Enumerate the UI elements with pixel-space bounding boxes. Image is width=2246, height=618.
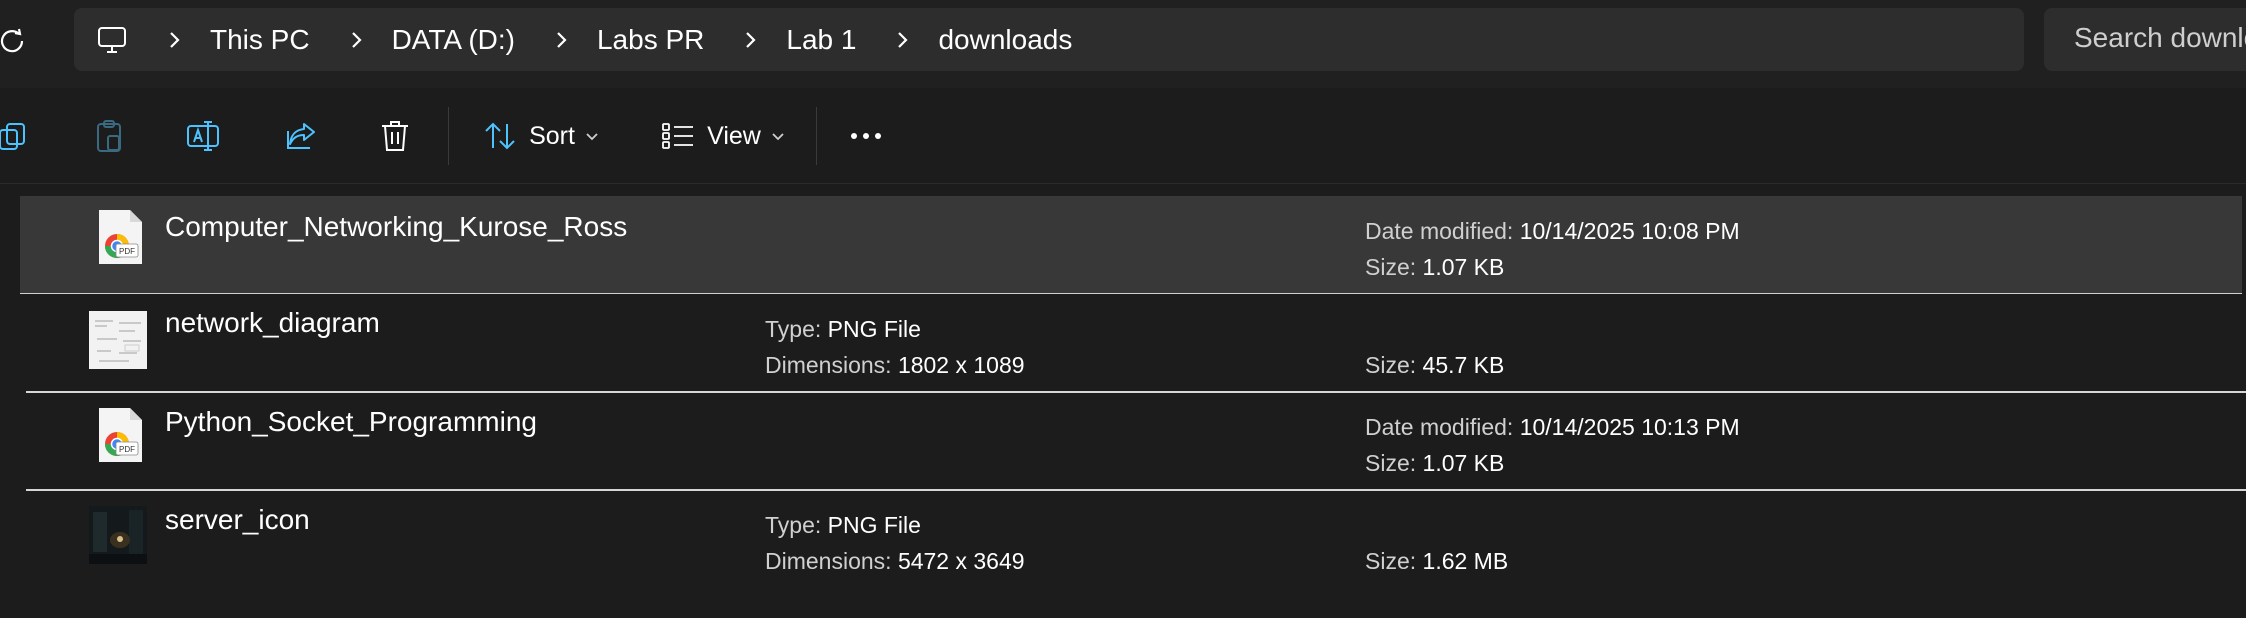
view-button[interactable]: View: [652, 111, 794, 161]
file-date-modified: Date modified: 10/14/2025 10:13 PM: [1365, 414, 1740, 441]
monitor-icon: [98, 27, 126, 53]
chevron-right-icon[interactable]: [551, 30, 571, 50]
toolbar-separator: [816, 107, 817, 165]
file-row[interactable]: PDF Python_Socket_Programming Date modif…: [24, 394, 2246, 490]
meta-label: Date modified:: [1365, 218, 1514, 244]
meta-value: 10/14/2025 10:13 PM: [1519, 414, 1740, 440]
address-bar[interactable]: This PC DATA (D:) Labs PR Lab 1 download…: [74, 8, 2024, 71]
breadcrumb: This PC DATA (D:) Labs PR Lab 1 download…: [164, 8, 1108, 71]
rename-button[interactable]: [178, 111, 228, 161]
meta-value: 1.62 MB: [1422, 548, 1509, 574]
image-thumbnail: [89, 506, 147, 564]
file-row[interactable]: server_icon Type: PNG File Dimensions: 5…: [24, 492, 2246, 588]
trash-icon: [382, 121, 408, 151]
more-icon: [851, 133, 881, 139]
meta-value: PNG File: [827, 316, 921, 342]
chevron-right-icon[interactable]: [164, 30, 184, 50]
meta-value: 1.07 KB: [1422, 254, 1505, 280]
search-box[interactable]: Search downloads: [2044, 8, 2246, 71]
meta-value: 10/14/2025 10:08 PM: [1519, 218, 1740, 244]
refresh-icon: [0, 28, 24, 53]
file-dimensions: Dimensions: 1802 x 1089: [765, 352, 1025, 379]
sort-button[interactable]: Sort: [476, 111, 606, 161]
file-name: network_diagram: [165, 307, 380, 338]
meta-label: Size:: [1365, 450, 1417, 476]
share-icon: [287, 123, 315, 149]
file-name: Python_Socket_Programming: [165, 406, 537, 437]
meta-value: PNG File: [827, 512, 921, 538]
meta-value: 1.07 KB: [1422, 450, 1505, 476]
file-size: Size: 1.07 KB: [1365, 254, 1504, 281]
file-name: Computer_Networking_Kurose_Ross: [165, 211, 628, 242]
meta-label: Type:: [765, 316, 822, 342]
pdf-icon: PDF: [99, 210, 142, 264]
share-button[interactable]: [276, 111, 326, 161]
file-type: Type: PNG File: [765, 316, 921, 343]
copy-button[interactable]: [0, 111, 34, 161]
file-row[interactable]: network_diagram Type: PNG File Dimension…: [24, 296, 2246, 392]
search-placeholder: Search downloads: [2074, 22, 2246, 53]
breadcrumb-this-pc[interactable]: This PC: [210, 24, 310, 56]
paste-button[interactable]: [84, 111, 134, 161]
file-size: Size: 45.7 KB: [1365, 352, 1504, 379]
meta-label: Date modified:: [1365, 414, 1514, 440]
view-list-icon: [662, 123, 694, 149]
command-bar: Sort View: [0, 89, 2246, 184]
svg-text:PDF: PDF: [119, 247, 135, 256]
breadcrumb-downloads[interactable]: downloads: [938, 24, 1072, 56]
file-row[interactable]: PDF Computer_Networking_Kurose_Ross Date…: [20, 196, 2242, 294]
meta-label: Size:: [1365, 548, 1417, 574]
meta-label: Dimensions:: [765, 548, 892, 574]
meta-value: 5472 x 3649: [897, 548, 1025, 574]
meta-value: 45.7 KB: [1422, 352, 1505, 378]
delete-button[interactable]: [370, 111, 420, 161]
toolbar-separator: [448, 107, 449, 165]
sort-icon: [485, 122, 515, 150]
file-size: Size: 1.62 MB: [1365, 548, 1508, 575]
breadcrumb-lab-1[interactable]: Lab 1: [786, 24, 856, 56]
breadcrumb-labs-pr[interactable]: Labs PR: [597, 24, 704, 56]
file-size: Size: 1.07 KB: [1365, 450, 1504, 477]
row-divider: [26, 489, 2246, 491]
chevron-right-icon[interactable]: [346, 30, 366, 50]
file-date-modified: Date modified: 10/14/2025 10:08 PM: [1365, 218, 1740, 245]
meta-label: Dimensions:: [765, 352, 892, 378]
chevron-right-icon[interactable]: [740, 30, 760, 50]
chevron-down-icon: [586, 133, 598, 141]
meta-label: Type:: [765, 512, 822, 538]
address-toolbar: This PC DATA (D:) Labs PR Lab 1 download…: [0, 0, 2246, 88]
copy-icon: [0, 123, 25, 150]
image-thumbnail: [89, 311, 147, 369]
sort-label: Sort: [529, 121, 575, 150]
more-options-button[interactable]: [840, 111, 892, 161]
svg-text:PDF: PDF: [119, 445, 135, 454]
meta-label: Size:: [1365, 352, 1417, 378]
file-type: Type: PNG File: [765, 512, 921, 539]
clipboard-icon: [97, 120, 121, 152]
row-divider: [26, 391, 2246, 393]
chevron-down-icon: [772, 133, 784, 141]
file-name: server_icon: [165, 504, 310, 535]
meta-label: Size:: [1365, 254, 1417, 280]
file-dimensions: Dimensions: 5472 x 3649: [765, 548, 1025, 575]
rename-icon: [187, 121, 219, 151]
chevron-right-icon[interactable]: [892, 30, 912, 50]
pdf-icon: PDF: [99, 408, 142, 462]
view-label: View: [707, 121, 761, 150]
refresh-button[interactable]: [0, 22, 30, 58]
meta-value: 1802 x 1089: [897, 352, 1025, 378]
breadcrumb-data-drive[interactable]: DATA (D:): [392, 24, 515, 56]
